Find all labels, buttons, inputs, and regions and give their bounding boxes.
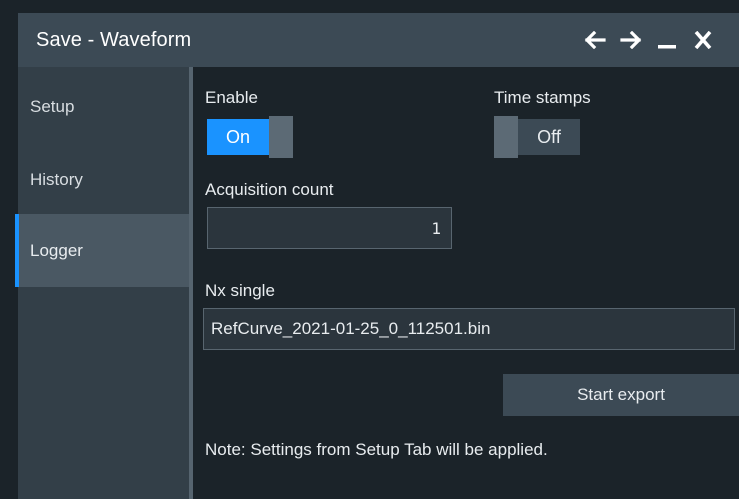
window-controls [577,22,721,58]
timestamps-toggle[interactable]: Off [494,116,580,158]
sidebar-item-label: History [30,169,83,189]
nx-single-label: Nx single [205,281,275,300]
enable-toggle-state: On [207,119,269,155]
logger-panel: Enable On Time stamps Off Acquisition co… [193,67,739,499]
enable-toggle[interactable]: On [207,116,293,158]
start-export-button[interactable]: Start export [503,374,739,416]
sidebar: Setup History Logger [15,67,190,499]
minimize-icon[interactable] [649,22,685,58]
active-indicator [15,214,19,287]
toggle-handle [494,116,518,158]
sidebar-item-setup[interactable]: Setup [18,70,190,143]
sidebar-item-label: Setup [30,96,75,116]
sidebar-item-logger[interactable]: Logger [15,214,190,287]
timestamps-toggle-state: Off [518,119,580,155]
acquisition-count-input[interactable]: 1 [207,207,452,249]
enable-label: Enable [205,88,258,107]
sidebar-item-history[interactable]: History [18,143,190,216]
close-icon[interactable] [685,22,721,58]
window-title: Save - Waveform [36,28,192,51]
forward-arrow-icon[interactable] [613,22,649,58]
title-bar: Save - Waveform [18,13,739,67]
back-arrow-icon[interactable] [577,22,613,58]
nx-single-filename-field[interactable]: RefCurve_2021-01-25_0_112501.bin [203,308,735,350]
toggle-handle [269,116,293,158]
settings-note: Note: Settings from Setup Tab will be ap… [205,440,548,459]
timestamps-label: Time stamps [494,88,591,107]
sidebar-item-label: Logger [30,240,83,260]
acquisition-count-label: Acquisition count [205,180,334,199]
